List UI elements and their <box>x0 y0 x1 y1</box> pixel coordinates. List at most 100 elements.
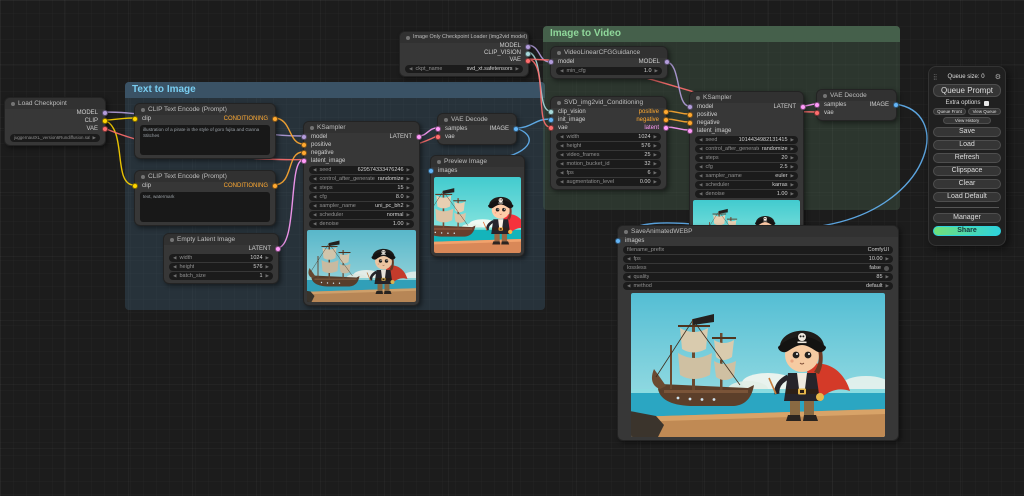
queue-prompt-button[interactable]: Queue Prompt <box>933 84 1001 97</box>
input-port-samples[interactable] <box>435 126 441 132</box>
node-header[interactable]: SaveAnimatedWEBP <box>618 226 898 237</box>
input-port-images[interactable] <box>615 238 621 244</box>
node-vae-decode-t2i[interactable]: VAE Decode samples IMAGE vae <box>437 113 517 145</box>
increment-icon[interactable]: ▶ <box>516 65 519 73</box>
input-port-clip-vision[interactable] <box>548 109 554 115</box>
input-port-model[interactable] <box>301 134 307 140</box>
manager-button[interactable]: Manager <box>933 213 1001 223</box>
node-header[interactable]: VAE Decode <box>817 90 896 101</box>
input-port-latent-image[interactable] <box>687 128 693 134</box>
widget-steps[interactable]: ◀steps20▶ <box>695 154 798 162</box>
node-header[interactable]: KSampler <box>690 92 803 103</box>
widget-height[interactable]: ◀height576▶ <box>169 263 273 271</box>
load-default-button[interactable]: Load Default <box>933 192 1001 202</box>
increment-icon[interactable]: ▶ <box>407 175 410 183</box>
widget-min-cfg[interactable]: ◀min_cfg1.0▶ <box>556 67 662 75</box>
increment-icon[interactable]: ▶ <box>791 163 794 171</box>
increment-icon[interactable]: ▶ <box>791 190 794 198</box>
increment-icon[interactable]: ▶ <box>654 160 657 168</box>
increment-icon[interactable]: ▶ <box>886 273 889 281</box>
widget-sampler-name[interactable]: ◀sampler_nameuni_pc_bh2▶ <box>309 202 414 210</box>
widget-denoise[interactable]: ◀denoise1.00▶ <box>695 190 798 198</box>
collapse-icon[interactable] <box>437 160 441 164</box>
prompt-textarea[interactable]: text, watermark <box>140 192 270 222</box>
output-port-latent[interactable] <box>416 134 422 140</box>
node-svd-img2vid-conditioning[interactable]: SVD_img2vid_Conditioning clip_vision pos… <box>550 96 667 190</box>
output-port-latent[interactable] <box>275 246 281 252</box>
node-empty-latent-image[interactable]: Empty Latent Image LATENT ◀width1024▶ ◀h… <box>163 233 279 284</box>
increment-icon[interactable]: ▶ <box>886 255 889 263</box>
input-port-latent-image[interactable] <box>301 158 307 164</box>
widget-width[interactable]: ◀width1024▶ <box>556 133 661 141</box>
decrement-icon[interactable]: ◀ <box>699 136 702 144</box>
node-header[interactable]: Preview Image <box>431 156 524 167</box>
node-header[interactable]: VideoLinearCFGGuidance <box>551 47 667 58</box>
output-port-image[interactable] <box>513 126 519 132</box>
clipspace-button[interactable]: Clipspace <box>933 166 1001 176</box>
node-image-only-checkpoint-loader[interactable]: Image Only Checkpoint Loader (img2vid mo… <box>399 31 529 77</box>
decrement-icon[interactable]: ◀ <box>560 142 563 150</box>
settings-gear-icon[interactable]: ⚙ <box>995 73 1001 81</box>
output-port-negative[interactable] <box>663 117 669 123</box>
widget-filename-prefix[interactable]: filename_prefixComfyUI <box>623 246 893 254</box>
node-video-linear-cfg-guidance[interactable]: VideoLinearCFGGuidance model MODEL ◀min_… <box>550 46 668 79</box>
increment-icon[interactable]: ▶ <box>791 172 794 180</box>
node-header[interactable]: KSampler <box>304 122 419 133</box>
node-header[interactable]: CLIP Text Encode (Prompt) <box>135 104 275 115</box>
increment-icon[interactable]: ▶ <box>655 67 658 75</box>
node-clip-text-encode-negative[interactable]: CLIP Text Encode (Prompt) clip CONDITION… <box>134 170 276 226</box>
decrement-icon[interactable]: ◀ <box>560 169 563 177</box>
decrement-icon[interactable]: ◀ <box>173 254 176 262</box>
widget-denoise[interactable]: ◀denoise1.00▶ <box>309 220 414 228</box>
increment-icon[interactable]: ▶ <box>407 166 410 174</box>
input-port-vae[interactable] <box>548 125 554 131</box>
decrement-icon[interactable]: ◀ <box>173 263 176 271</box>
group-title[interactable]: Text to Image <box>125 82 545 98</box>
increment-icon[interactable]: ▶ <box>266 254 269 262</box>
output-port-clip[interactable] <box>102 118 108 124</box>
output-port-clip-vision[interactable] <box>525 51 531 57</box>
increment-icon[interactable]: ▶ <box>407 184 410 192</box>
widget-quality[interactable]: ◀quality85▶ <box>623 273 893 281</box>
increment-icon[interactable]: ▶ <box>266 263 269 271</box>
output-port-vae[interactable] <box>102 126 108 132</box>
widget-fps[interactable]: ◀fps6▶ <box>556 169 661 177</box>
decrement-icon[interactable]: ◀ <box>699 154 702 162</box>
widget-ckpt-name[interactable]: juggernautXL_version6Rundiffusion.safete… <box>10 134 100 142</box>
node-header[interactable]: Image Only Checkpoint Loader (img2vid mo… <box>400 32 528 43</box>
node-ksampler-video[interactable]: KSampler model LATENT positive negative … <box>689 91 804 238</box>
decrement-icon[interactable]: ◀ <box>699 172 702 180</box>
widget-augmentation-level[interactable]: ◀augmentation_level0.00▶ <box>556 178 661 186</box>
view-queue-button[interactable]: View Queue <box>968 108 1001 115</box>
widget-fps[interactable]: ◀fps10.00▶ <box>623 255 893 263</box>
decrement-icon[interactable]: ◀ <box>560 151 563 159</box>
decrement-icon[interactable]: ◀ <box>699 163 702 171</box>
comfy-menu[interactable]: ⣿ Queue size: 0 ⚙ Queue Prompt Extra opt… <box>928 66 1006 246</box>
decrement-icon[interactable]: ◀ <box>313 166 316 174</box>
decrement-icon[interactable]: ◀ <box>173 272 176 280</box>
collapse-icon[interactable] <box>557 51 561 55</box>
decrement-icon[interactable]: ◀ <box>313 220 316 228</box>
share-button[interactable]: Share <box>933 226 1001 236</box>
load-button[interactable]: Load <box>933 140 1001 150</box>
decrement-icon[interactable]: ◀ <box>409 65 412 73</box>
increment-icon[interactable]: ▶ <box>791 136 794 144</box>
decrement-icon[interactable]: ◀ <box>560 178 563 186</box>
input-port-positive[interactable] <box>301 142 307 148</box>
decrement-icon[interactable]: ◀ <box>627 282 630 290</box>
widget-scheduler[interactable]: ◀schedulernormal▶ <box>309 211 414 219</box>
widget-sampler-name[interactable]: ◀sampler_nameeuler▶ <box>695 172 798 180</box>
node-header[interactable]: CLIP Text Encode (Prompt) <box>135 171 275 182</box>
decrement-icon[interactable]: ◀ <box>313 202 316 210</box>
collapse-icon[interactable] <box>624 230 628 234</box>
widget-lossless[interactable]: losslessfalse <box>623 264 893 272</box>
output-port-latent[interactable] <box>800 104 806 110</box>
widget-scheduler[interactable]: ◀schedulerkarras▶ <box>695 181 798 189</box>
input-port-images[interactable] <box>428 168 434 174</box>
input-port-negative[interactable] <box>687 120 693 126</box>
collapse-icon[interactable] <box>11 102 15 106</box>
increment-icon[interactable]: ▶ <box>407 220 410 228</box>
node-vae-decode-video[interactable]: VAE Decode samples IMAGE vae <box>816 89 897 121</box>
input-port-model[interactable] <box>687 104 693 110</box>
node-header[interactable]: Empty Latent Image <box>164 234 278 245</box>
